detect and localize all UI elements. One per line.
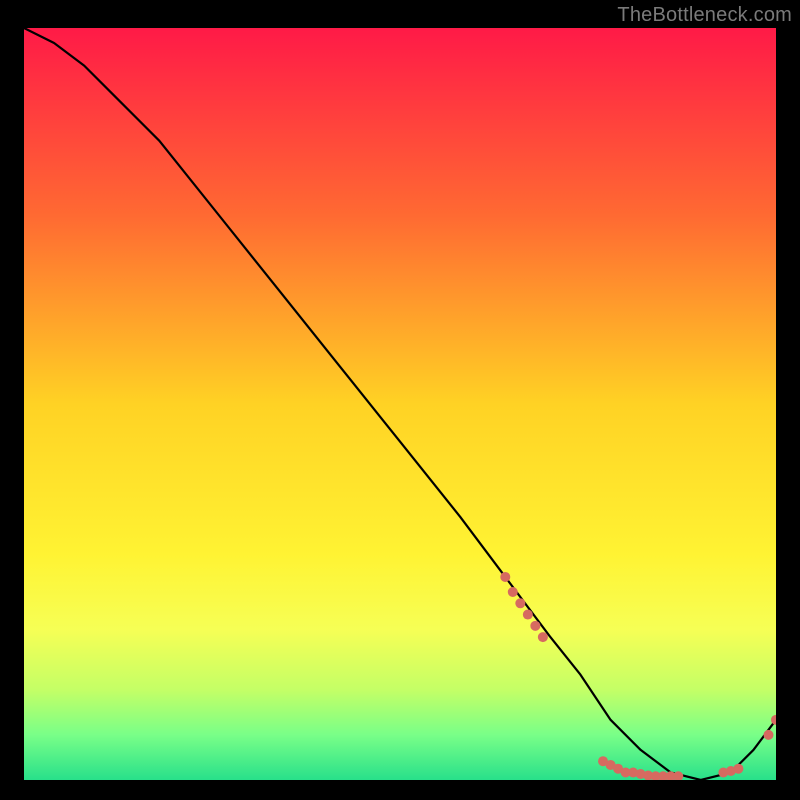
bottleneck-sample-point	[530, 621, 540, 631]
bottleneck-sample-point	[733, 764, 743, 774]
bottleneck-sample-point	[523, 610, 533, 620]
chart-frame: TheBottleneck.com	[0, 0, 800, 800]
bottleneck-sample-point	[500, 572, 510, 582]
gradient-background	[24, 28, 776, 780]
chart-svg	[24, 28, 776, 780]
bottleneck-sample-point	[515, 598, 525, 608]
bottleneck-sample-point	[508, 587, 518, 597]
attribution-text: TheBottleneck.com	[617, 4, 792, 27]
plot-area	[24, 28, 776, 780]
bottleneck-sample-point	[538, 632, 548, 642]
bottleneck-sample-point	[763, 730, 773, 740]
